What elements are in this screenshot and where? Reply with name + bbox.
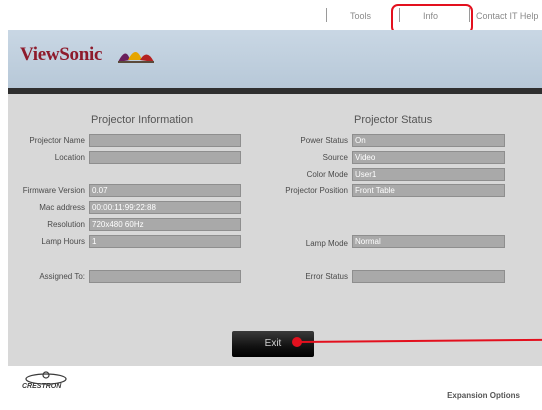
projector-position-label: Projector Position (285, 186, 348, 195)
error-status-field (352, 270, 505, 283)
projector-name-field (89, 134, 241, 147)
projector-information-title: Projector Information (91, 114, 194, 126)
source-label: Source (322, 153, 348, 162)
lamp-mode-label: Lamp Mode (305, 239, 348, 248)
mac-address-label: Mac address (39, 203, 85, 212)
lamp-hours-field: 1 (89, 235, 241, 248)
power-status-label: Power Status (300, 136, 348, 145)
location-field (89, 151, 241, 164)
firmware-version-field: 0.07 (89, 184, 241, 197)
crestron-logo-text: CRESTRON (22, 383, 62, 390)
resolution-field: 720x480 60Hz (89, 218, 241, 231)
viewsonic-birds-icon (118, 52, 154, 63)
color-mode-label: Color Mode (306, 170, 348, 179)
power-status-field: On (352, 134, 505, 147)
projector-status-title: Projector Status (354, 114, 433, 126)
assigned-to-label: Assigned To: (39, 272, 85, 281)
brand-logo-text: ViewSonic (20, 44, 103, 65)
firmware-version-label: Firmware Version (22, 186, 85, 195)
expansion-options-link[interactable]: Expansion Options (447, 391, 520, 400)
color-mode-field: User1 (352, 168, 505, 181)
assigned-to-field (89, 270, 241, 283)
lamp-hours-label: Lamp Hours (41, 237, 85, 246)
nav-contact-link[interactable]: Contact IT Help (476, 11, 538, 21)
lamp-mode-field: Normal (352, 235, 505, 248)
error-status-label: Error Status (305, 272, 348, 281)
projector-position-field: Front Table (352, 184, 505, 197)
source-field: Video (352, 151, 505, 164)
annotation-arrow-dot (292, 337, 302, 347)
exit-button[interactable]: Exit (232, 331, 314, 357)
mac-address-field: 00:00:11:99:22:88 (89, 201, 241, 214)
nav-separator (326, 8, 327, 22)
projector-name-label: Projector Name (29, 136, 85, 145)
resolution-label: Resolution (47, 220, 85, 229)
nav-tools-link[interactable]: Tools (350, 11, 371, 21)
location-label: Location (54, 153, 85, 162)
